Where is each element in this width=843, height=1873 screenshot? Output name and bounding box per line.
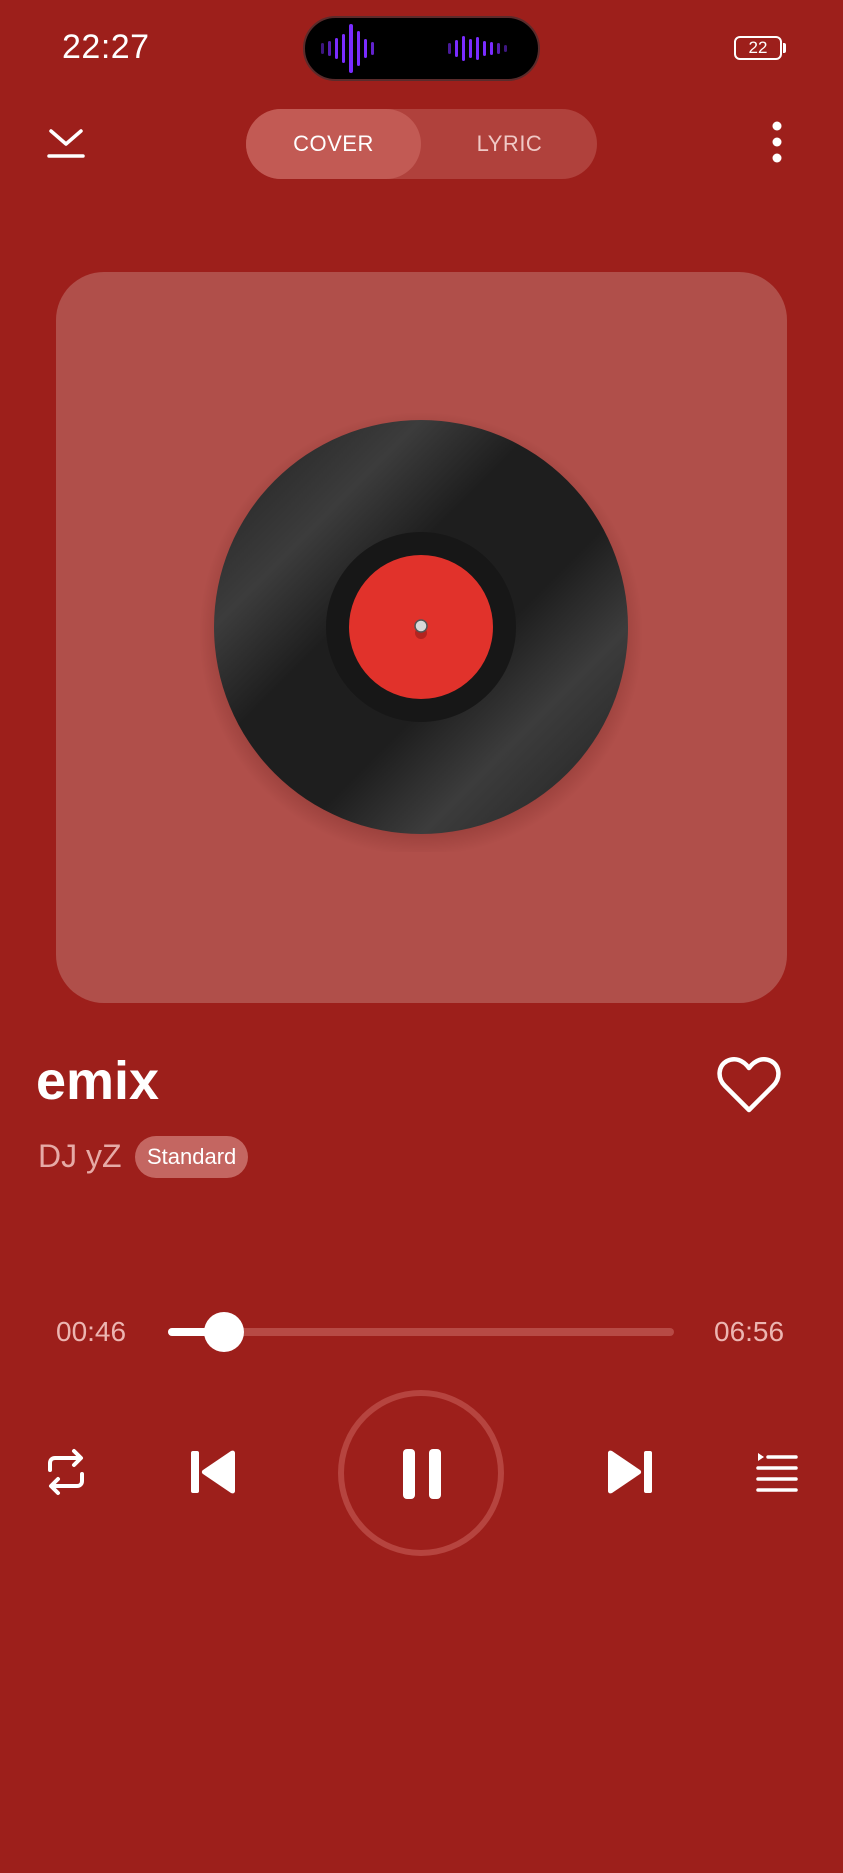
tab-cover[interactable]: COVER: [246, 109, 421, 179]
battery-indicator: 22: [734, 36, 782, 60]
view-switcher: COVER LYRIC: [246, 109, 597, 179]
vinyl-record-icon: [199, 412, 643, 852]
total-time: 06:56: [714, 1316, 785, 1347]
progress-slider[interactable]: [168, 1312, 674, 1352]
audio-wave-icon: [321, 24, 507, 73]
repeat-icon[interactable]: [44, 1448, 88, 1496]
collapse-down-icon[interactable]: [44, 122, 88, 166]
battery-tip: [783, 43, 786, 53]
more-vertical-icon[interactable]: [762, 118, 792, 166]
skip-next-icon[interactable]: [606, 1448, 654, 1496]
artist-name[interactable]: DJ yZ: [38, 1138, 122, 1175]
quality-badge[interactable]: Standard: [135, 1136, 249, 1178]
track-title: emix: [36, 1051, 160, 1111]
heart-icon[interactable]: [716, 1055, 782, 1115]
queue-icon[interactable]: [756, 1452, 798, 1492]
progress-thumb[interactable]: [203, 1312, 244, 1352]
tab-lyric[interactable]: LYRIC: [422, 109, 597, 179]
dynamic-island: [303, 16, 540, 81]
pause-icon[interactable]: [401, 1449, 443, 1499]
skip-previous-icon[interactable]: [189, 1448, 237, 1496]
elapsed-time: 00:46: [56, 1316, 127, 1347]
status-time: 22:27: [62, 28, 150, 66]
